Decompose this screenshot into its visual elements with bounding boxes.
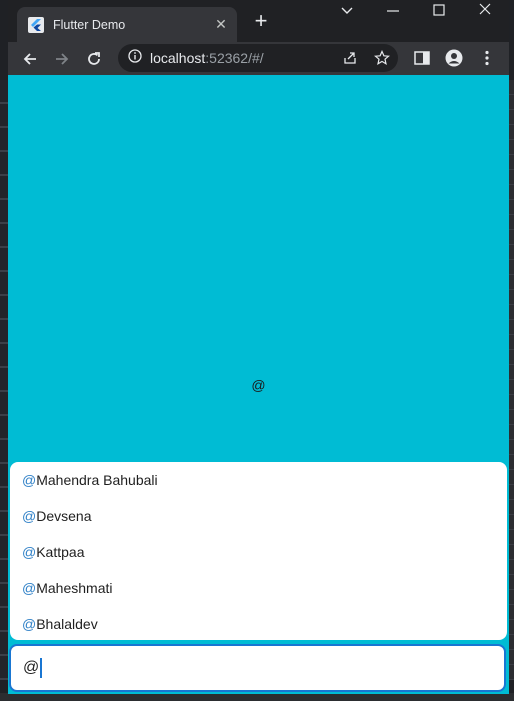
- url-host: localhost: [150, 50, 206, 66]
- browser-window: Flutter Demo ✕ + localhost:52362/#/ @ @ …: [8, 0, 509, 694]
- text-caret: [40, 658, 43, 678]
- url-text[interactable]: localhost:52362/#/: [150, 50, 264, 66]
- flutter-app-viewport: @ @ Mahendra Bahubali @ Devsena @ Kattpaa @…: [8, 75, 509, 694]
- tab-close-icon[interactable]: ✕: [213, 16, 229, 33]
- suggestion-at-symbol: @: [22, 580, 37, 596]
- tab-search-icon[interactable]: [324, 0, 370, 22]
- browser-titlebar: Flutter Demo ✕ +: [8, 0, 509, 42]
- suggestion-name: Bhalaldev: [36, 616, 98, 632]
- close-window-button[interactable]: [462, 0, 508, 22]
- tab-title: Flutter Demo: [53, 17, 126, 32]
- suggestion-item[interactable]: @ Maheshmati: [10, 570, 507, 606]
- suggestion-at-symbol: @: [22, 472, 37, 488]
- browser-tab[interactable]: Flutter Demo ✕: [17, 7, 237, 42]
- bookmark-star-icon[interactable]: [374, 50, 390, 66]
- forward-button[interactable]: [48, 45, 76, 73]
- new-tab-button[interactable]: +: [249, 10, 273, 34]
- suggestion-item[interactable]: @ Bhalaldev: [10, 606, 507, 642]
- editor-status-bar: [0, 693, 514, 701]
- suggestion-item[interactable]: @ Kattpaa: [10, 534, 507, 570]
- input-value: @: [23, 659, 40, 676]
- profile-avatar-icon[interactable]: [445, 49, 463, 67]
- suggestion-name: Devsena: [36, 508, 92, 524]
- suggestion-name: Mahendra Bahubali: [36, 472, 158, 488]
- mention-suggestion-list: @ Mahendra Bahubali @ Devsena @ Kattpaa @ Ma…: [10, 462, 507, 640]
- suggestion-name: Kattpaa: [36, 544, 85, 560]
- suggestion-at-symbol: @: [22, 616, 37, 632]
- maximize-button[interactable]: [416, 0, 462, 22]
- side-panel-icon[interactable]: [413, 49, 431, 67]
- flutter-favicon-icon: [28, 16, 44, 33]
- suggestion-at-symbol: @: [22, 508, 37, 524]
- editor-left-gutter: [0, 80, 8, 680]
- browser-toolbar: localhost:52362/#/: [8, 42, 509, 75]
- suggestion-item[interactable]: @ Mahendra Bahubali: [10, 462, 507, 498]
- suggestion-name: Maheshmati: [36, 580, 113, 596]
- suggestion-item[interactable]: @ Devsena: [10, 498, 507, 534]
- site-info-icon[interactable]: [128, 48, 142, 68]
- mention-input-field[interactable]: @: [9, 644, 506, 692]
- mention-display-text: @: [251, 377, 266, 393]
- suggestion-at-symbol: @: [22, 544, 37, 560]
- url-path: :52362/#/: [205, 50, 264, 66]
- share-icon[interactable]: [342, 50, 358, 66]
- address-bar[interactable]: localhost:52362/#/: [118, 44, 398, 72]
- browser-menu-icon[interactable]: [478, 49, 496, 67]
- back-button[interactable]: [16, 45, 44, 73]
- reload-button[interactable]: [80, 45, 108, 73]
- minimize-button[interactable]: [370, 0, 416, 22]
